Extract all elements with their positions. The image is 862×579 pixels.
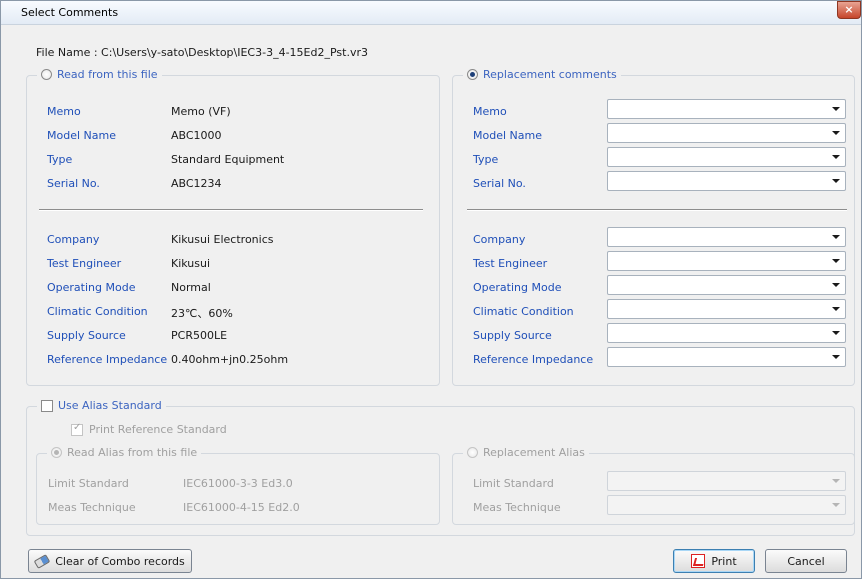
use-alias-standard-legend[interactable]: Use Alias Standard	[37, 399, 166, 412]
read-alias-radio[interactable]	[51, 447, 62, 458]
replace-limit-standard-label: Limit Standard	[473, 477, 554, 490]
replace-reference-impedance-label: Reference Impedance	[473, 353, 594, 366]
use-alias-standard-checkbox[interactable]	[41, 399, 53, 412]
dropdown-arrow-icon	[832, 283, 840, 287]
replace-supply-source-combo[interactable]	[607, 323, 846, 343]
replace-reference-impedance-combo[interactable]	[607, 347, 846, 367]
read-alias-label: Read Alias from this file	[67, 446, 198, 459]
read-from-file-radio[interactable]	[41, 69, 52, 80]
replace-operating-mode-label: Operating Mode	[473, 281, 562, 294]
replace-type-combo[interactable]	[607, 147, 846, 167]
replace-test-engineer-label: Test Engineer	[473, 257, 548, 270]
reference-impedance-value: 0.40ohm+jn0.25ohm	[171, 353, 289, 366]
replace-company-combo[interactable]	[607, 227, 846, 247]
dropdown-arrow-icon	[832, 179, 840, 183]
replace-meas-technique-combo[interactable]	[607, 495, 846, 515]
operating-mode-label: Operating Mode	[47, 281, 136, 294]
clear-combo-records-label: Clear of Combo records	[55, 554, 185, 568]
replacement-alias-legend[interactable]: Replacement Alias	[463, 446, 589, 459]
replace-climatic-condition-label: Climatic Condition	[473, 305, 574, 318]
read-alias-legend[interactable]: Read Alias from this file	[47, 446, 202, 459]
replacement-comments-label: Replacement comments	[483, 68, 617, 81]
type-value: Standard Equipment	[171, 153, 285, 166]
serial-no-value: ABC1234	[171, 177, 222, 190]
climatic-condition-label: Climatic Condition	[47, 305, 148, 318]
replace-model-name-combo[interactable]	[607, 123, 846, 143]
dropdown-arrow-icon	[832, 155, 840, 159]
replace-memo-combo[interactable]	[607, 99, 846, 119]
eraser-icon	[33, 553, 51, 569]
dropdown-arrow-icon	[832, 107, 840, 111]
print-reference-standard-label: Print Reference Standard	[89, 423, 227, 436]
operating-mode-value: Normal	[171, 281, 211, 294]
read-from-file-legend[interactable]: Read from this file	[37, 68, 162, 81]
dropdown-arrow-icon	[832, 235, 840, 239]
replacement-separator	[467, 209, 847, 211]
window-title: Select Comments	[21, 6, 119, 19]
replace-climatic-condition-combo[interactable]	[607, 299, 846, 319]
replace-test-engineer-combo[interactable]	[607, 251, 846, 271]
model-name-value: ABC1000	[171, 129, 222, 142]
dropdown-arrow-icon	[832, 131, 840, 135]
company-label: Company	[47, 233, 100, 246]
replace-limit-standard-combo[interactable]	[607, 471, 846, 491]
supply-source-value: PCR500LE	[171, 329, 228, 342]
memo-value: Memo (VF)	[171, 105, 231, 118]
dropdown-arrow-icon	[832, 259, 840, 263]
climatic-condition-value: 23℃、60%	[171, 307, 233, 320]
replacement-comments-radio[interactable]	[467, 69, 478, 80]
replace-memo-label: Memo	[473, 105, 507, 118]
replace-supply-source-label: Supply Source	[473, 329, 552, 342]
use-alias-standard-label: Use Alias Standard	[58, 399, 162, 412]
print-reference-standard-checkbox[interactable]	[71, 422, 83, 436]
replace-operating-mode-combo[interactable]	[607, 275, 846, 295]
dropdown-arrow-icon	[832, 503, 840, 507]
replace-serial-no-combo[interactable]	[607, 171, 846, 191]
replacement-alias-label: Replacement Alias	[483, 446, 585, 459]
title-bar: Select Comments ×	[1, 1, 861, 25]
model-name-label: Model Name	[47, 129, 116, 142]
meas-technique-value: IEC61000-4-15 Ed2.0	[183, 501, 300, 514]
company-value: Kikusui Electronics	[171, 233, 274, 246]
read-separator	[39, 209, 423, 211]
pdf-icon	[691, 554, 706, 568]
limit-standard-label: Limit Standard	[48, 477, 129, 490]
print-reference-standard-row[interactable]: Print Reference Standard	[71, 422, 227, 436]
clear-combo-records-button[interactable]: Clear of Combo records	[28, 549, 192, 573]
serial-no-label: Serial No.	[47, 177, 100, 190]
read-from-file-label: Read from this file	[57, 68, 158, 81]
replace-model-name-label: Model Name	[473, 129, 542, 142]
select-comments-dialog: Select Comments × File Name : C:\Users\y…	[0, 0, 862, 579]
replacement-alias-radio[interactable]	[467, 447, 478, 458]
print-button[interactable]: Print	[673, 549, 755, 573]
reference-impedance-label: Reference Impedance	[47, 353, 168, 366]
print-label: Print	[711, 554, 737, 568]
replacement-comments-legend[interactable]: Replacement comments	[463, 68, 621, 81]
dropdown-arrow-icon	[832, 479, 840, 483]
memo-label: Memo	[47, 105, 81, 118]
dropdown-arrow-icon	[832, 307, 840, 311]
test-engineer-value: Kikusui	[171, 257, 211, 270]
supply-source-label: Supply Source	[47, 329, 126, 342]
cancel-button[interactable]: Cancel	[765, 549, 847, 573]
close-button[interactable]: ×	[837, 1, 861, 19]
file-name-label: File Name : C:\Users\y-sato\Desktop\IEC3…	[36, 46, 368, 59]
replace-serial-no-label: Serial No.	[473, 177, 526, 190]
replace-type-label: Type	[473, 153, 499, 166]
dropdown-arrow-icon	[832, 331, 840, 335]
limit-standard-value: IEC61000-3-3 Ed3.0	[183, 477, 293, 490]
cancel-label: Cancel	[787, 554, 825, 568]
replace-meas-technique-label: Meas Technique	[473, 501, 561, 514]
meas-technique-label: Meas Technique	[48, 501, 136, 514]
test-engineer-label: Test Engineer	[47, 257, 122, 270]
replace-company-label: Company	[473, 233, 526, 246]
type-label: Type	[47, 153, 73, 166]
dropdown-arrow-icon	[832, 355, 840, 359]
